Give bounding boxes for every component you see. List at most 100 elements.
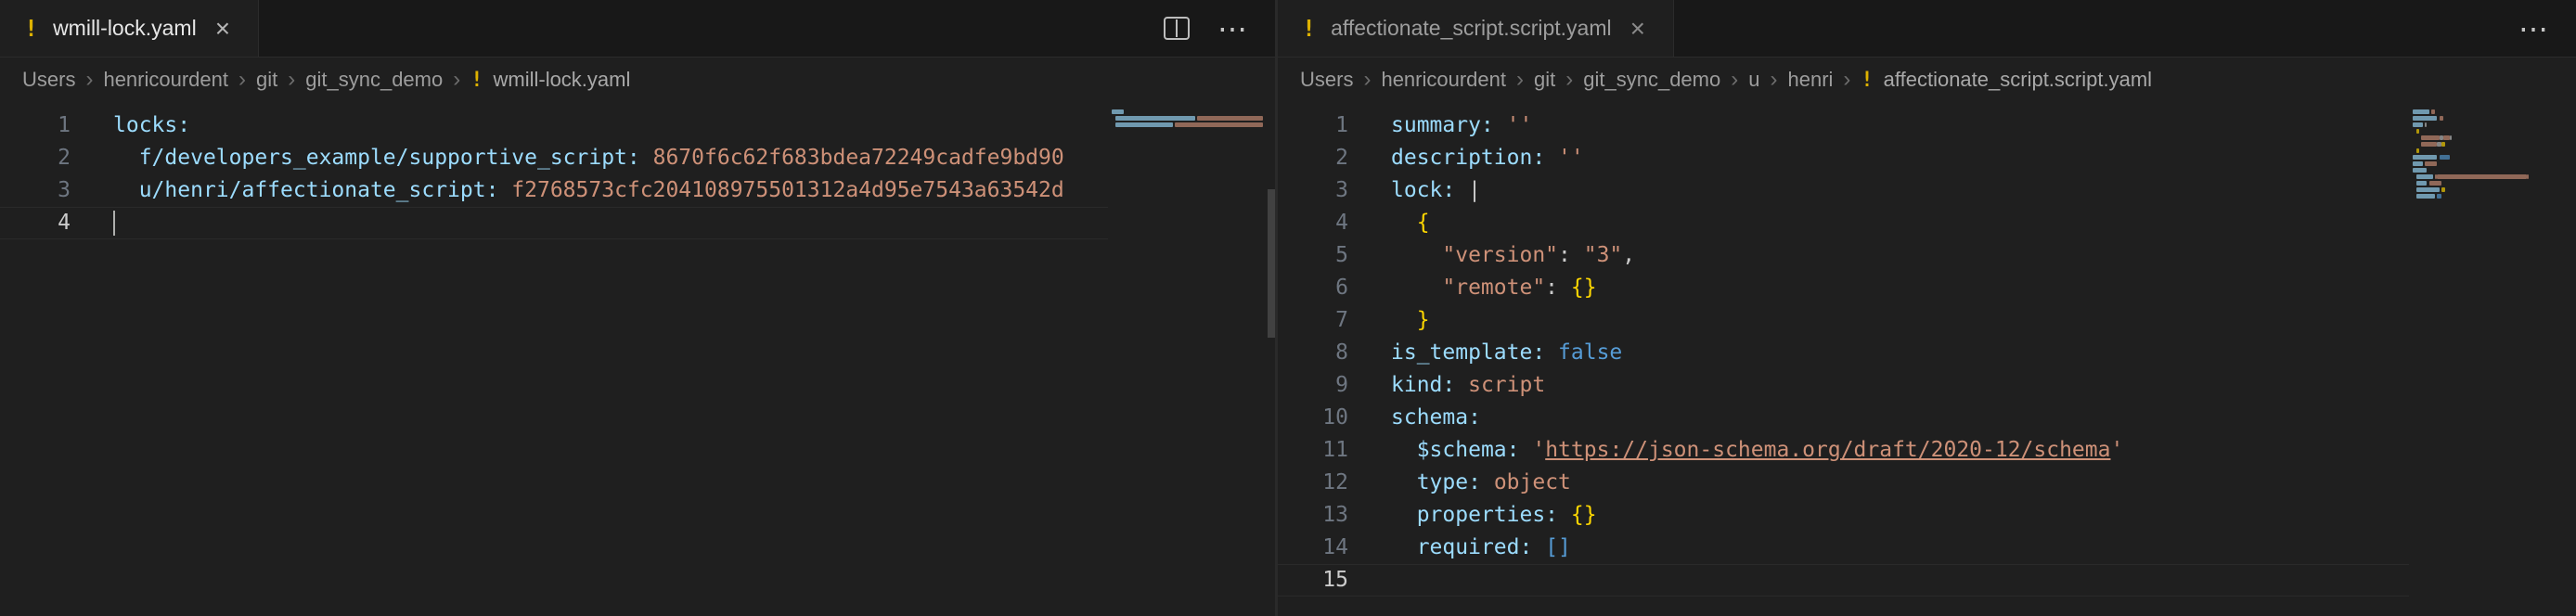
- close-icon[interactable]: ×: [1627, 14, 1649, 44]
- token-pl: [1391, 470, 1417, 494]
- breadcrumb-item[interactable]: git: [1534, 68, 1555, 92]
- minimap-line: [1112, 129, 1271, 134]
- line-number: 15: [1278, 564, 1348, 597]
- minimap-mark: [2437, 194, 2441, 199]
- code-line[interactable]: 12 type: object: [1278, 467, 2409, 499]
- scrollbar-slider[interactable]: [1268, 189, 1275, 338]
- line-number: 3: [1278, 174, 1348, 207]
- breadcrumb: Users›henricourdent›git›git_sync_demo›!w…: [0, 58, 1275, 102]
- token-key: summary:: [1391, 113, 1494, 137]
- code-line[interactable]: 15: [1278, 564, 2409, 597]
- tab-label: affectionate_script.script.yaml: [1331, 16, 1612, 41]
- chevron-right-icon: ›: [1516, 67, 1524, 93]
- minimap-line: [2413, 122, 2572, 127]
- token-pl: :: [1545, 276, 1571, 300]
- token-key: lock:: [1391, 178, 1455, 202]
- token-str: ': [2110, 438, 2123, 462]
- breadcrumb-item[interactable]: henricourdent: [103, 68, 228, 92]
- breadcrumb-item[interactable]: git: [256, 68, 277, 92]
- token-key: description:: [1391, 146, 1545, 170]
- breadcrumb-file[interactable]: affectionate_script.script.yaml: [1884, 68, 2152, 92]
- warning-icon: !: [470, 69, 483, 92]
- minimap-mark: [2416, 181, 2427, 186]
- code-line[interactable]: 11 $schema: 'https://json-schema.org/dra…: [1278, 434, 2409, 467]
- minimap-mark: [2421, 135, 2440, 140]
- code-line[interactable]: 8is_template: false: [1278, 337, 2409, 369]
- minimap-mark: [2413, 161, 2423, 166]
- code-line[interactable]: 13 properties: {}: [1278, 499, 2409, 532]
- token-key: locks:: [113, 113, 190, 137]
- breadcrumb-file[interactable]: wmill-lock.yaml: [493, 68, 630, 92]
- minimap-line: [2413, 129, 2572, 134]
- token-pl: ,: [1622, 243, 1635, 267]
- editor-right[interactable]: 1summary: ''2description: ''3lock: |4 {5…: [1278, 102, 2576, 616]
- code-text: f/developers_example/supportive_script: …: [71, 142, 1064, 174]
- code-line[interactable]: 5 "version": "3",: [1278, 239, 2409, 272]
- breadcrumb-item[interactable]: henri: [1787, 68, 1833, 92]
- token-key: $schema:: [1417, 438, 1520, 462]
- chevron-right-icon: ›: [238, 67, 246, 93]
- minimap-line: [2413, 109, 2572, 114]
- breadcrumb-item[interactable]: henricourdent: [1381, 68, 1506, 92]
- token-pl: [113, 178, 139, 202]
- minimap-line: [1112, 122, 1271, 127]
- minimap-mark: [2413, 168, 2427, 173]
- line-number: 9: [1278, 369, 1348, 402]
- chevron-right-icon: ›: [85, 67, 93, 93]
- line-number: 1: [0, 109, 71, 142]
- more-actions-icon[interactable]: ⋯: [2518, 11, 2550, 46]
- code-line[interactable]: 3lock: |: [1278, 174, 2409, 207]
- more-actions-icon[interactable]: ⋯: [1217, 11, 1249, 46]
- breadcrumb-item[interactable]: u: [1748, 68, 1759, 92]
- code-line[interactable]: 4 {: [1278, 207, 2409, 239]
- breadcrumb-item[interactable]: Users: [1300, 68, 1353, 92]
- token-pl: [1545, 146, 1558, 170]
- code-line[interactable]: 3 u/henri/affectionate_script: f2768573c…: [0, 174, 1108, 207]
- minimap-line: [2413, 200, 2572, 205]
- code-line[interactable]: 7 }: [1278, 304, 2409, 337]
- breadcrumb-item[interactable]: git_sync_demo: [305, 68, 443, 92]
- line-number: 2: [1278, 142, 1348, 174]
- code-line[interactable]: 10schema:: [1278, 402, 2409, 434]
- split-editor-icon[interactable]: [1164, 17, 1190, 40]
- minimap-line: [1112, 116, 1271, 121]
- breadcrumb-item[interactable]: Users: [22, 68, 75, 92]
- token-str: ': [1532, 438, 1545, 462]
- minimap-mark: [2440, 155, 2450, 160]
- close-icon[interactable]: ×: [212, 14, 234, 44]
- chevron-right-icon: ›: [1843, 67, 1850, 93]
- warning-icon: !: [1302, 15, 1316, 42]
- token-pl: [1455, 373, 1468, 397]
- line-number: 14: [1278, 532, 1348, 564]
- minimap-line: [2413, 174, 2572, 179]
- token-pl: [1558, 503, 1571, 527]
- tab-affectionate-script[interactable]: ! affectionate_script.script.yaml ×: [1278, 0, 1674, 57]
- minimap-mark: [2416, 129, 2418, 134]
- code-line[interactable]: 14 required: []: [1278, 532, 2409, 564]
- tab-wmill-lock[interactable]: ! wmill-lock.yaml ×: [0, 0, 259, 57]
- code-text: "version": "3",: [1348, 239, 1635, 272]
- code-line[interactable]: 4: [0, 207, 1108, 239]
- minimap-right[interactable]: [2413, 109, 2572, 207]
- tab-bar-left: ! wmill-lock.yaml × ⋯: [0, 0, 1275, 58]
- minimap-mark: [2527, 174, 2529, 179]
- token-str: f2768573cfc204108975501312a4d95e7543a635…: [511, 178, 1063, 202]
- token-br2: []: [1545, 535, 1571, 559]
- code-line[interactable]: 9kind: script: [1278, 369, 2409, 402]
- editor-left[interactable]: 1 locks: 2 f/developers_example/supportive…: [0, 102, 1275, 616]
- minimap-mark: [2450, 135, 2452, 140]
- code-line[interactable]: 2 f/developers_example/supportive_script…: [0, 142, 1108, 174]
- code-line[interactable]: 1summary: '': [1278, 109, 2409, 142]
- token-key: type:: [1417, 470, 1481, 494]
- code-line[interactable]: 2description: '': [1278, 142, 2409, 174]
- code-text: }: [1348, 304, 1430, 337]
- code-line[interactable]: 1 locks:: [0, 109, 1108, 142]
- line-number: 2: [0, 142, 71, 174]
- token-str: object: [1494, 470, 1571, 494]
- minimap-left[interactable]: [1112, 109, 1271, 135]
- minimap-line: [2413, 142, 2572, 147]
- token-pl: [498, 178, 511, 202]
- breadcrumb-item[interactable]: git_sync_demo: [1583, 68, 1720, 92]
- code-text: required: []: [1348, 532, 1571, 564]
- code-line[interactable]: 6 "remote": {}: [1278, 272, 2409, 304]
